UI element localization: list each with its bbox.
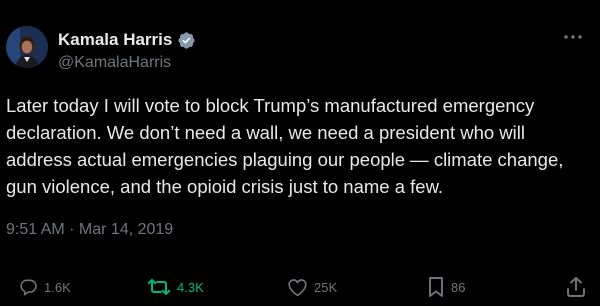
- like-button[interactable]: 25K: [287, 272, 337, 302]
- tweet-text: Later today I will vote to block Trump’s…: [6, 95, 564, 197]
- avatar-portrait: [6, 26, 48, 68]
- share-upload-icon: [566, 276, 586, 298]
- avatar[interactable]: [6, 26, 48, 68]
- heart-icon: [287, 277, 308, 297]
- reply-count: 1.6K: [44, 279, 71, 295]
- retweet-arrows-icon: [147, 277, 171, 297]
- author-handle[interactable]: @KamalaHarris: [58, 54, 171, 72]
- share-button[interactable]: [566, 272, 586, 302]
- bookmark-count: 86: [451, 279, 466, 295]
- tweet-timestamp[interactable]: 9:51 AM · Mar 14, 2019: [6, 221, 173, 239]
- retweet-button[interactable]: 4.3K: [147, 272, 204, 302]
- speech-bubble-icon: [18, 277, 38, 297]
- like-count: 25K: [314, 279, 338, 295]
- tweet-action-bar: 1.6K 4.3K 25K 86: [0, 272, 600, 302]
- more-dots-icon: [563, 34, 583, 40]
- bookmark-button[interactable]: 86: [427, 272, 465, 302]
- more-options-button[interactable]: [560, 28, 586, 46]
- author-name-row: Kamala Harris: [58, 30, 196, 50]
- retweet-count: 4.3K: [177, 279, 204, 295]
- author-display-name[interactable]: Kamala Harris: [58, 30, 172, 50]
- reply-button[interactable]: 1.6K: [18, 272, 71, 302]
- bookmark-icon: [427, 276, 445, 298]
- verified-badge-icon: [177, 31, 196, 50]
- tweet-card: Kamala Harris @KamalaHarris Later today …: [0, 0, 600, 306]
